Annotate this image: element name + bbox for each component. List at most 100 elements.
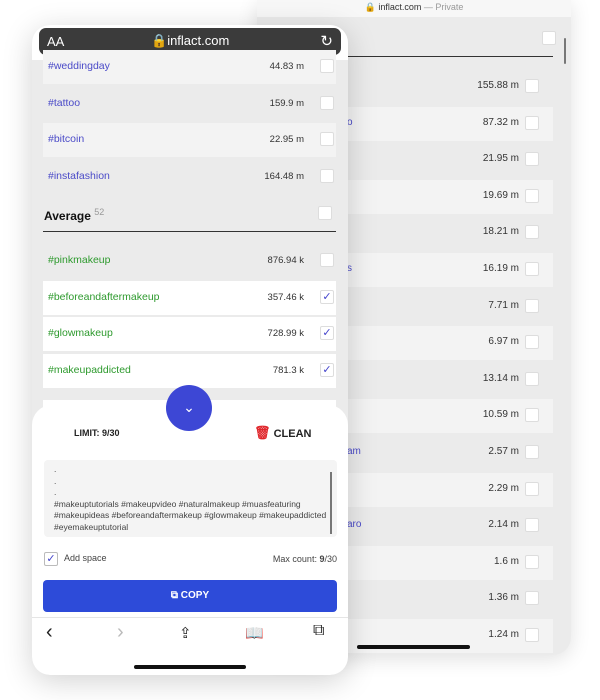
- row-checkbox[interactable]: [525, 518, 539, 533]
- list-item: #tattoo 159.9 m: [43, 87, 336, 121]
- hashtags-text: #makeuptutorials #makeupvideo #naturalma…: [54, 498, 327, 532]
- list-item: #makeupaddicted 781.3 k ✓: [43, 353, 336, 388]
- row-checkbox[interactable]: [320, 95, 334, 110]
- row-checkbox[interactable]: [525, 371, 539, 386]
- hashtag[interactable]: #makeupaddicted: [48, 364, 131, 376]
- post-count: 1.36 m: [488, 592, 519, 604]
- row-checkbox[interactable]: [525, 225, 539, 240]
- hashtag[interactable]: #glowmakeup: [48, 327, 113, 339]
- row-checkbox[interactable]: [320, 168, 334, 183]
- hashtag-fragment[interactable]: am: [347, 446, 361, 457]
- row-checkbox[interactable]: [525, 554, 539, 569]
- section-checkbox[interactable]: [318, 206, 332, 220]
- post-count: 781.3 k: [272, 364, 304, 376]
- row-checkbox[interactable]: [525, 188, 539, 203]
- post-count: 159.9 m: [269, 97, 304, 109]
- hashtag[interactable]: #weddingday: [48, 60, 110, 72]
- post-count: 7.71 m: [488, 299, 519, 311]
- lock-icon: 🔒: [151, 33, 168, 48]
- post-count: 2.29 m: [488, 482, 519, 494]
- home-indicator: [357, 645, 470, 649]
- share-icon[interactable]: ⇪: [179, 624, 192, 642]
- row-checkbox[interactable]: [525, 115, 539, 130]
- add-space-checkbox[interactable]: ✓: [44, 552, 58, 566]
- row-checkbox[interactable]: [525, 152, 539, 167]
- reload-icon[interactable]: ↻: [320, 32, 333, 50]
- private-label: — Private: [423, 2, 464, 12]
- row-checkbox[interactable]: [525, 591, 539, 606]
- post-count: 6.97 m: [488, 336, 519, 348]
- row-checkbox[interactable]: [525, 628, 539, 642]
- row-checkbox[interactable]: [525, 445, 539, 459]
- text-size-button[interactable]: AA: [47, 34, 64, 49]
- post-count: 728.99 k: [267, 328, 304, 340]
- row-checkbox[interactable]: [320, 59, 334, 73]
- chevron-down-icon: ⌄: [183, 399, 195, 415]
- row-checkbox[interactable]: [525, 298, 539, 313]
- row-checkbox[interactable]: ✓: [320, 326, 334, 341]
- hashtag[interactable]: #tattoo: [48, 97, 80, 109]
- row-checkbox[interactable]: ✓: [320, 362, 334, 377]
- hashtag[interactable]: #bitcoin: [48, 133, 84, 145]
- bookmarks-icon[interactable]: 📖: [245, 624, 264, 642]
- row-checkbox[interactable]: [525, 408, 539, 423]
- back-url-bar[interactable]: 🔒 inflact.com — Private: [257, 0, 571, 17]
- limit-label: LIMIT: 9/30: [74, 428, 120, 438]
- tabs-icon[interactable]: ⧉: [313, 622, 324, 640]
- row-checkbox[interactable]: [525, 79, 539, 93]
- add-space-label: Add space: [64, 553, 107, 563]
- list-item: #instafashion 164.48 m: [43, 160, 336, 194]
- post-count: 19.69 m: [482, 189, 519, 201]
- max-count: Max count: 9/30: [272, 554, 337, 564]
- front-browser-window: AA 🔒inflact.com ↻ #weddingday 44.83 m #t…: [32, 25, 348, 675]
- url: inflact.com: [167, 33, 230, 48]
- post-count: 2.14 m: [488, 519, 519, 531]
- post-count: 357.46 k: [267, 291, 304, 303]
- post-count: 13.14 m: [482, 372, 519, 384]
- hashtag[interactable]: #beforeandaftermakeup: [48, 291, 160, 303]
- row-checkbox[interactable]: [320, 132, 334, 147]
- divider: [43, 231, 336, 232]
- row-checkbox[interactable]: [320, 253, 334, 267]
- copy-icon: ⧉: [170, 590, 178, 601]
- divider: [32, 617, 348, 618]
- row-checkbox[interactable]: ✓: [320, 289, 334, 304]
- selection-panel: ⌄ LIMIT: 9/30 🗑 CLEAN ... #makeuptutoria…: [32, 385, 348, 675]
- post-count: 876.94 k: [267, 255, 304, 266]
- list-item: #pinkmakeup 876.94 k: [43, 244, 336, 278]
- hashtag-fragment[interactable]: aro: [347, 519, 361, 530]
- list-item: #bitcoin 22.95 m: [43, 123, 336, 158]
- list-item: #glowmakeup 728.99 k ✓: [43, 317, 336, 352]
- home-indicator: [134, 665, 246, 669]
- list-item: #beforeandaftermakeup 357.46 k ✓: [43, 280, 336, 315]
- collapse-button[interactable]: ⌄: [166, 385, 212, 431]
- hashtag[interactable]: #pinkmakeup: [48, 254, 110, 266]
- post-count: 1.6 m: [493, 555, 519, 567]
- forward-icon[interactable]: ›: [117, 621, 124, 644]
- list-item: #weddingday 44.83 m: [43, 50, 336, 84]
- section-title: Average 52: [44, 207, 105, 223]
- post-count: 155.88 m: [477, 80, 519, 91]
- post-count: 22.95 m: [269, 134, 304, 146]
- section-checkbox[interactable]: [542, 31, 556, 45]
- post-count: 44.83 m: [269, 61, 304, 72]
- post-count: 18.21 m: [482, 226, 519, 238]
- post-count: 2.57 m: [488, 446, 519, 457]
- scrollbar[interactable]: [564, 38, 566, 64]
- post-count: 10.59 m: [482, 409, 519, 421]
- clean-button[interactable]: 🗑 CLEAN: [254, 425, 311, 441]
- textarea-scrollbar[interactable]: [330, 472, 332, 534]
- post-count: 21.95 m: [482, 153, 519, 165]
- hashtag[interactable]: #instafashion: [48, 170, 110, 182]
- back-icon[interactable]: ‹: [46, 621, 53, 644]
- hashtags-textarea[interactable]: ... #makeuptutorials #makeupvideo #natur…: [44, 460, 337, 537]
- row-checkbox[interactable]: [525, 481, 539, 496]
- row-checkbox[interactable]: [525, 335, 539, 350]
- back-url: inflact.com: [378, 2, 422, 12]
- copy-button[interactable]: ⧉ COPY: [43, 580, 337, 612]
- trash-icon: 🗑: [254, 425, 271, 440]
- post-count: 164.48 m: [264, 170, 304, 182]
- section-count: 52: [94, 207, 105, 217]
- row-checkbox[interactable]: [525, 262, 539, 276]
- post-count: 87.32 m: [482, 116, 519, 128]
